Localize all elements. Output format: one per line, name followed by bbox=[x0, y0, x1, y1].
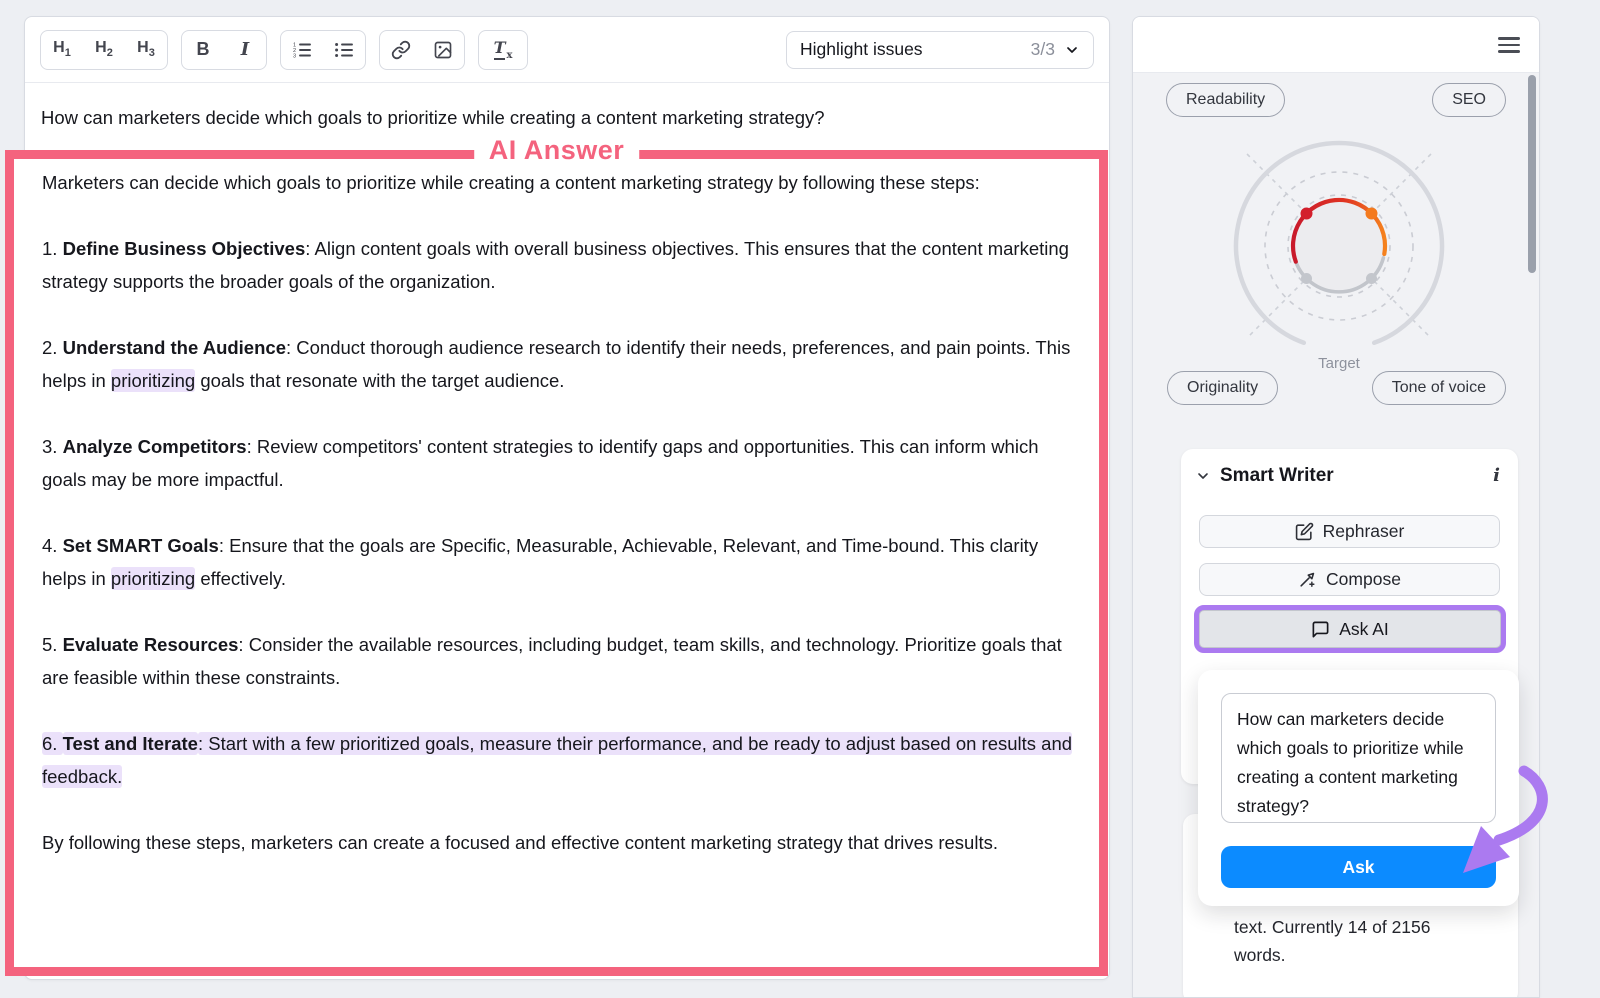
list-group: 1 2 3 bbox=[280, 30, 366, 70]
ordered-list-button[interactable]: 1 2 3 bbox=[281, 31, 323, 69]
word-count-note: text. Currently 14 of 2156 words. bbox=[1234, 914, 1479, 969]
answer-paragraph: By following these steps, marketers can … bbox=[42, 826, 1081, 859]
seo-marker-dot bbox=[1366, 208, 1378, 220]
assistant-panel-body: Readability SEO bbox=[1133, 73, 1539, 997]
unordered-list-icon bbox=[334, 41, 354, 59]
ask-ai-popup: How can marketers decide which goals to … bbox=[1198, 670, 1519, 906]
assistant-panel-header bbox=[1133, 17, 1539, 73]
link-icon bbox=[391, 40, 411, 60]
svg-text:3: 3 bbox=[293, 53, 296, 59]
image-button[interactable] bbox=[422, 31, 464, 69]
editor-toolbar: H1 H2 H3 B I 1 2 3 bbox=[25, 17, 1109, 83]
italic-icon: I bbox=[241, 39, 249, 60]
ask-ai-icon bbox=[1311, 620, 1330, 639]
heading1-button[interactable]: H1 bbox=[41, 31, 83, 69]
ask-submit-button[interactable]: Ask bbox=[1221, 846, 1496, 888]
answer-paragraph: 5. Evaluate Resources: Consider the avai… bbox=[42, 628, 1081, 694]
compose-icon bbox=[1298, 570, 1317, 589]
tone-marker-dot bbox=[1366, 273, 1377, 284]
compose-button[interactable]: Compose bbox=[1199, 563, 1500, 596]
clear-formatting-icon: Tx bbox=[494, 38, 513, 60]
panel-scrollbar-thumb[interactable] bbox=[1528, 75, 1536, 273]
heading2-button[interactable]: H2 bbox=[83, 31, 125, 69]
style-group: B I bbox=[181, 30, 267, 70]
ordered-list-icon: 1 2 3 bbox=[292, 41, 312, 59]
unordered-list-button[interactable] bbox=[323, 31, 365, 69]
heading3-button[interactable]: H3 bbox=[125, 31, 167, 69]
answer-paragraph: 1. Define Business Objectives: Align con… bbox=[42, 232, 1081, 298]
originality-marker-dot bbox=[1301, 273, 1312, 284]
heading-group: H1 H2 H3 bbox=[40, 30, 168, 70]
highlight-issues-count: 3/3 bbox=[1031, 39, 1055, 60]
rephraser-icon bbox=[1295, 522, 1314, 541]
bold-icon: B bbox=[197, 39, 210, 60]
ask-question-input[interactable]: How can marketers decide which goals to … bbox=[1221, 693, 1496, 823]
readability-marker-dot bbox=[1301, 208, 1313, 220]
insert-group bbox=[379, 30, 465, 70]
collapse-chevron-icon[interactable] bbox=[1195, 468, 1211, 484]
readability-pill[interactable]: Readability bbox=[1166, 83, 1285, 117]
ask-ai-button[interactable]: Ask AI bbox=[1199, 610, 1501, 648]
assistant-panel: Readability SEO bbox=[1132, 16, 1540, 998]
originality-pill[interactable]: Originality bbox=[1167, 371, 1278, 405]
highlight-issues-dropdown[interactable]: Highlight issues 3/3 bbox=[786, 31, 1094, 69]
ai-answer-label: AI Answer bbox=[474, 135, 640, 166]
answer-paragraph: 6. Test and Iterate: Start with a few pr… bbox=[42, 727, 1081, 793]
ask-ai-annotation-border: Ask AI bbox=[1194, 605, 1506, 653]
answer-paragraph: 2. Understand the Audience: Conduct thor… bbox=[42, 331, 1081, 397]
clear-formatting-button[interactable]: Tx bbox=[479, 31, 527, 69]
link-button[interactable] bbox=[380, 31, 422, 69]
smart-writer-header: Smart Writer i bbox=[1181, 449, 1518, 499]
clear-format-group: Tx bbox=[478, 30, 528, 70]
ai-answer-content[interactable]: Marketers can decide which goals to prio… bbox=[14, 159, 1099, 859]
answer-paragraph: 3. Analyze Competitors: Review competito… bbox=[42, 430, 1081, 496]
gauge-target-label: Target bbox=[1318, 355, 1361, 372]
info-icon[interactable]: i bbox=[1493, 467, 1500, 485]
document-question-title[interactable]: How can marketers decide which goals to … bbox=[25, 83, 1109, 132]
italic-button[interactable]: I bbox=[224, 31, 266, 69]
tone-of-voice-pill[interactable]: Tone of voice bbox=[1372, 371, 1506, 405]
highlight-issues-label: Highlight issues bbox=[800, 39, 923, 60]
quality-gauge-chart: Target bbox=[1159, 121, 1519, 377]
ai-answer-annotation-box: AI Answer Marketers can decide which goa… bbox=[5, 150, 1108, 976]
image-icon bbox=[433, 40, 453, 60]
seo-pill[interactable]: SEO bbox=[1432, 83, 1506, 117]
rephraser-button[interactable]: Rephraser bbox=[1199, 515, 1500, 548]
bold-button[interactable]: B bbox=[182, 31, 224, 69]
answer-paragraph: Marketers can decide which goals to prio… bbox=[42, 166, 1081, 199]
smart-writer-title: Smart Writer bbox=[1220, 465, 1334, 487]
chevron-down-icon bbox=[1064, 42, 1080, 58]
menu-icon[interactable] bbox=[1498, 37, 1520, 53]
answer-paragraph: 4. Set SMART Goals: Ensure that the goal… bbox=[42, 529, 1081, 595]
